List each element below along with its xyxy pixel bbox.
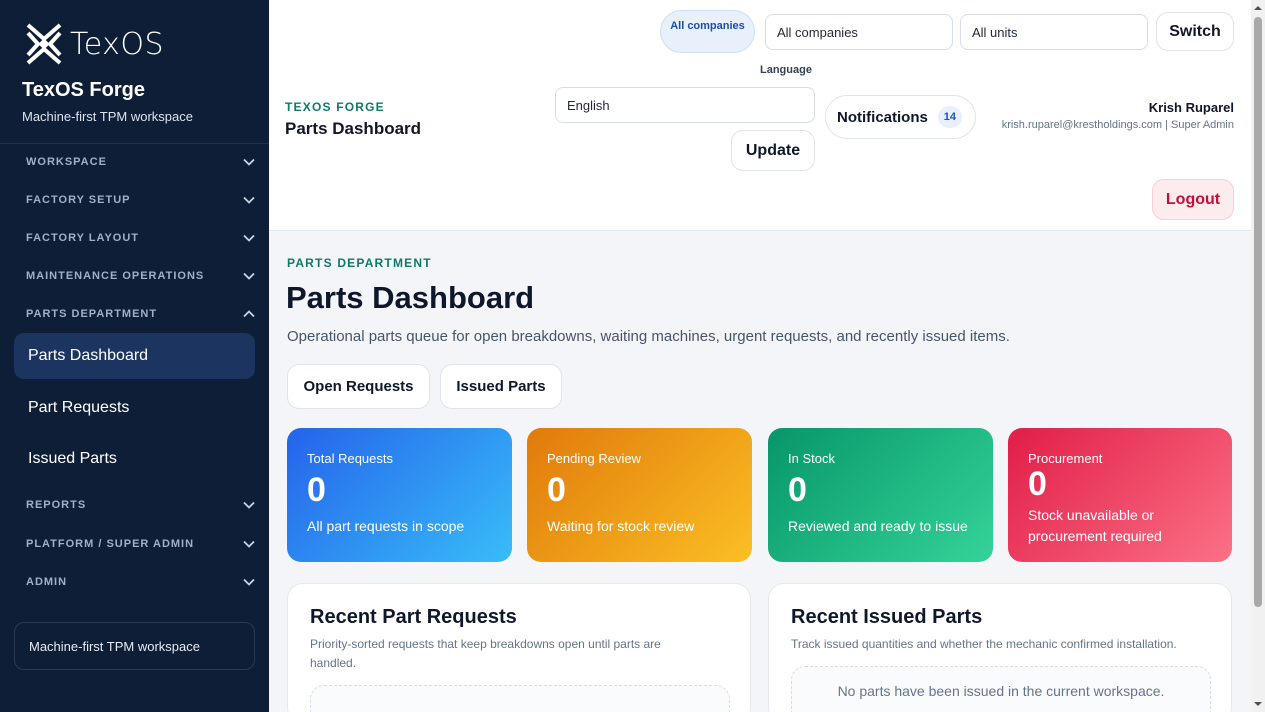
chevron-down-icon [243, 272, 255, 280]
section-platform-super-admin[interactable]: PLATFORM / SUPER ADMIN [26, 534, 256, 554]
chevron-down-icon [243, 540, 255, 548]
update-button[interactable]: Update [731, 130, 815, 171]
stat-description: Stock unavailable or procurement require… [1028, 507, 1162, 544]
stat-card-procurement: Procurement 0 Stock unavailable or procu… [1008, 428, 1232, 562]
section-label: MAINTENANCE OPERATIONS [26, 270, 205, 282]
page-description: Operational parts queue for open breakdo… [287, 328, 1010, 345]
logout-button[interactable]: Logout [1152, 179, 1234, 220]
texos-logo-icon [26, 23, 62, 65]
empty-state-text: No parts have been issued in the current… [837, 683, 1165, 699]
user-name: Krish Ruparel [1148, 100, 1234, 115]
workspace-footer: Machine-first TPM workspace [14, 622, 255, 670]
sidebar-item-issued-parts[interactable]: Issued Parts [14, 436, 255, 482]
brand-title: TexOS Forge [22, 79, 145, 101]
chevron-down-icon [243, 234, 255, 242]
recent-issued-parts-panel: Recent Issued Parts Track issued quantit… [768, 583, 1232, 712]
section-parts-department[interactable]: PARTS DEPARTMENT [26, 304, 256, 324]
topbar: TEXOS FORGE Parts Dashboard All companie… [269, 0, 1251, 231]
sidebar-item-part-requests[interactable]: Part Requests [14, 385, 255, 431]
section-label: REPORTS [26, 499, 87, 511]
topbar-eyebrow: TEXOS FORGE [285, 100, 385, 114]
section-maintenance-operations[interactable]: MAINTENANCE OPERATIONS [26, 266, 256, 286]
section-label: PLATFORM / SUPER ADMIN [26, 538, 195, 550]
user-meta: krish.ruparel@krestholdings.com | Super … [1001, 119, 1234, 131]
page-scrollbar[interactable] [1251, 0, 1265, 712]
section-reports[interactable]: REPORTS [26, 495, 256, 515]
panel-title: Recent Part Requests [310, 606, 517, 628]
section-label: FACTORY LAYOUT [26, 232, 140, 244]
brand-subtitle: Machine-first TPM workspace [22, 109, 193, 124]
section-factory-layout[interactable]: FACTORY LAYOUT [26, 228, 256, 248]
section-label: FACTORY SETUP [26, 194, 131, 206]
unit-select[interactable]: All units [960, 14, 1148, 50]
brand-logo[interactable]: TexOS [24, 21, 164, 67]
stat-label: Procurement [1028, 451, 1103, 466]
section-workspace[interactable]: WORKSPACE [26, 152, 256, 172]
scroll-down-arrow-icon[interactable] [1254, 700, 1262, 708]
stat-value: 0 [547, 471, 566, 509]
open-requests-button[interactable]: Open Requests [287, 364, 430, 409]
issued-parts-button[interactable]: Issued Parts [440, 364, 562, 409]
page-eyebrow: PARTS DEPARTMENT [287, 256, 432, 270]
sidebar-divider [0, 143, 269, 144]
scope-pill: All companies [660, 10, 755, 53]
panel-subtitle: Track issued quantities and whether the … [791, 637, 1177, 651]
requests-list-placeholder [310, 685, 730, 712]
chevron-down-icon [243, 501, 255, 509]
stat-label: Pending Review [547, 451, 641, 466]
notifications-button[interactable]: Notifications 14 [825, 95, 976, 139]
scrollbar-thumb[interactable] [1254, 17, 1262, 607]
company-select[interactable]: All companies [765, 14, 953, 50]
stat-description: All part requests in scope [307, 518, 465, 535]
panel-title: Recent Issued Parts [791, 606, 983, 628]
sidebar-item-parts-dashboard[interactable]: Parts Dashboard [14, 333, 255, 379]
section-admin[interactable]: ADMIN [26, 572, 256, 592]
topbar-title: Parts Dashboard [285, 119, 422, 138]
section-label: ADMIN [26, 576, 68, 588]
stat-label: In Stock [788, 451, 835, 466]
section-label: PARTS DEPARTMENT [26, 308, 158, 320]
recent-part-requests-panel: Recent Part Requests Priority-sorted req… [287, 583, 751, 712]
sidebar: TexOS TexOS Forge Machine-first TPM work… [0, 0, 269, 712]
section-factory-setup[interactable]: FACTORY SETUP [26, 190, 256, 210]
issued-parts-empty-state: No parts have been issued in the current… [791, 666, 1211, 712]
scroll-up-arrow-icon[interactable] [1254, 4, 1262, 12]
chevron-down-icon [243, 578, 255, 586]
chevron-up-icon [243, 310, 255, 318]
language-select[interactable]: English [555, 87, 815, 123]
switch-button[interactable]: Switch [1156, 12, 1234, 51]
stat-card-pending-review: Pending Review 0 Waiting for stock revie… [527, 428, 752, 562]
stat-description: Waiting for stock review [547, 518, 695, 535]
language-label: Language [760, 64, 812, 76]
stat-value: 0 [1028, 465, 1047, 503]
stat-value: 0 [788, 471, 807, 509]
notifications-label: Notifications [837, 108, 928, 126]
page-title: Parts Dashboard [286, 280, 535, 315]
notifications-count-badge: 14 [937, 106, 962, 128]
stat-card-in-stock: In Stock 0 Reviewed and ready to issue [768, 428, 993, 562]
stat-card-total-requests: Total Requests 0 All part requests in sc… [287, 428, 512, 562]
stat-label: Total Requests [307, 451, 393, 466]
logo-text: TexOS [70, 26, 165, 62]
panel-subtitle: Priority-sorted requests that keep break… [310, 637, 661, 671]
stat-value: 0 [307, 471, 326, 509]
chevron-down-icon [243, 196, 255, 204]
chevron-down-icon [243, 158, 255, 166]
section-label: WORKSPACE [26, 156, 107, 168]
stat-description: Reviewed and ready to issue [788, 518, 968, 535]
